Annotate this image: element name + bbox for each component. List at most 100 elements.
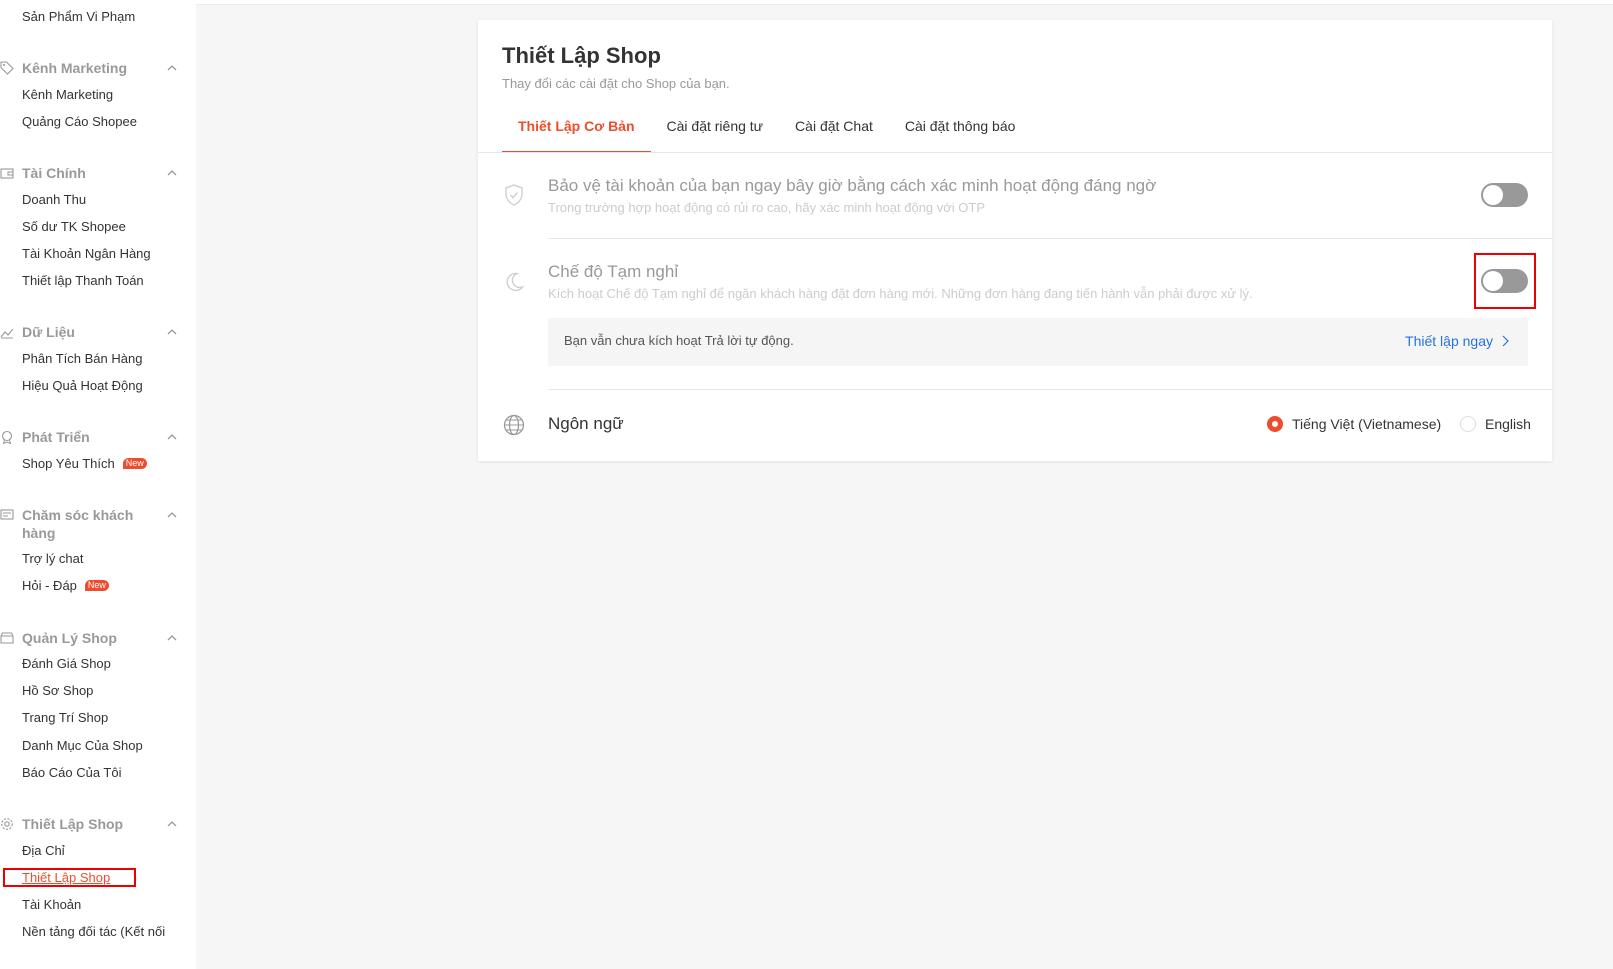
- sidebar-group-header[interactable]: Thiết Lập Shop: [0, 815, 196, 835]
- sidebar-group-cham-soc-khach-hang: Chăm sóc khách hàng: [0, 506, 196, 541]
- sidebar-group-thiet-lap-shop: Thiết Lập Shop: [0, 815, 196, 835]
- gear-icon: [0, 817, 14, 831]
- sidebar-group-header[interactable]: Chăm sóc khách hàng: [0, 506, 196, 541]
- sidebar-group-header[interactable]: Dữ Liệu: [0, 323, 196, 343]
- sidebar-group-header[interactable]: Kênh Marketing: [0, 59, 196, 79]
- chart-line-icon: [0, 325, 14, 339]
- protect-account-desc: Trong trường hợp hoạt động có rủi ro cao…: [548, 200, 986, 215]
- tab-cai-dat-thong-bao[interactable]: Cài đặt thông báo: [889, 108, 1032, 153]
- sidebar-item-shop-yeu-thich[interactable]: Shop Yêu Thích New: [22, 456, 147, 471]
- sidebar: Sản Phẩm Vi Phạm Kênh Marketing Kênh Mar…: [0, 0, 196, 969]
- language-option-english[interactable]: English: [1460, 416, 1531, 432]
- tab-cai-dat-chat[interactable]: Cài đặt Chat: [779, 108, 889, 153]
- sidebar-item-so-du[interactable]: Số dư TK Shopee: [22, 219, 126, 234]
- chevron-right-icon: [1502, 335, 1509, 347]
- tab-thiet-lap-co-ban[interactable]: Thiết Lập Cơ Bản: [502, 108, 651, 153]
- sidebar-item-tai-khoan-ngan-hang[interactable]: Tài Khoản Ngân Hàng: [22, 246, 151, 261]
- sidebar-group-title: Tài Chính: [22, 165, 86, 181]
- sidebar-item-ho-so-shop[interactable]: Hồ Sơ Shop: [22, 683, 93, 698]
- medal-icon: [0, 430, 14, 444]
- chevron-up-icon[interactable]: [166, 818, 178, 830]
- protect-account-toggle[interactable]: [1481, 183, 1528, 207]
- new-badge: New: [84, 580, 109, 591]
- sidebar-item-bao-cao-cua-toi[interactable]: Báo Cáo Của Tôi: [22, 765, 122, 780]
- annotation-highlight-box: [1474, 253, 1536, 309]
- sidebar-item-nen-tang-doi-tac[interactable]: Nền tảng đối tác (Kết nối: [22, 924, 165, 939]
- sidebar-group-title: Thiết Lập Shop: [22, 816, 124, 832]
- sidebar-item-label: Số dư TK Shopee: [22, 219, 126, 234]
- sidebar-item-doanh-thu[interactable]: Doanh Thu: [22, 192, 86, 207]
- tab-divider: [478, 152, 1552, 153]
- sidebar-group-marketing: Kênh Marketing: [0, 59, 196, 79]
- sidebar-item-label: Tài Khoản Ngân Hàng: [22, 246, 151, 261]
- sidebar-group-title: Chăm sóc khách hàng: [22, 507, 134, 541]
- sidebar-item-danh-gia-shop[interactable]: Đánh Giá Shop: [22, 656, 111, 671]
- sidebar-item-hieu-qua-hoat-dong[interactable]: Hiệu Quả Hoạt Động: [22, 378, 143, 393]
- vacation-mode-desc: Kích hoạt Chế độ Tạm nghỉ để ngăn khách …: [548, 286, 1253, 301]
- sidebar-item-label: Hồ Sơ Shop: [22, 683, 94, 698]
- sidebar-item-danh-muc-cua-shop[interactable]: Danh Mục Của Shop: [22, 738, 143, 753]
- sidebar-group-header[interactable]: Tài Chính: [0, 164, 196, 184]
- sidebar-item-label: Kênh Marketing: [22, 87, 114, 102]
- sidebar-group-header[interactable]: Phát Triển: [0, 428, 196, 448]
- setup-now-label: Thiết lập ngay: [1405, 333, 1493, 349]
- settings-tabs: Thiết Lập Cơ Bản Cài đặt riêng tư Cài đặ…: [502, 108, 1031, 153]
- sidebar-item-phan-tich-ban-hang[interactable]: Phân Tích Bán Hàng: [22, 351, 142, 366]
- setup-now-link[interactable]: Thiết lập ngay: [1405, 333, 1510, 349]
- shop-settings-card: Thiết Lập Shop Thay đổi các cài đặt cho …: [478, 20, 1552, 461]
- sidebar-item-label: Địa Chỉ: [22, 843, 65, 858]
- chevron-up-icon[interactable]: [166, 431, 178, 443]
- row-divider: [548, 238, 1552, 239]
- chevron-up-icon[interactable]: [166, 62, 178, 74]
- page-title: Thiết Lập Shop: [502, 43, 661, 68]
- sidebar-item-tai-khoan[interactable]: Tài Khoản: [22, 897, 81, 912]
- sidebar-group-tai-chinh: Tài Chính: [0, 164, 196, 184]
- sidebar-group-header[interactable]: Quản Lý Shop: [0, 629, 196, 649]
- chevron-up-icon[interactable]: [166, 509, 178, 521]
- language-option-label: Tiếng Việt (Vietnamese): [1292, 416, 1442, 432]
- protect-account-title: Bảo vệ tài khoản của bạn ngay bây giờ bằ…: [548, 176, 1157, 195]
- sidebar-group-title: Quản Lý Shop: [22, 630, 117, 646]
- row-divider: [548, 389, 1552, 390]
- radio-checked[interactable]: [1267, 416, 1283, 432]
- sidebar-item-dia-chi[interactable]: Địa Chỉ: [22, 843, 65, 858]
- sidebar-item-thiet-lap-thanh-toan[interactable]: Thiết lập Thanh Toán: [22, 273, 144, 288]
- wallet-icon: [0, 166, 14, 180]
- sidebar-item-label: Tài Khoản: [22, 897, 82, 912]
- tab-cai-dat-rieng-tu[interactable]: Cài đặt riêng tư: [651, 108, 780, 153]
- tag-icon: [0, 61, 14, 75]
- sidebar-item-label: Báo Cáo Của Tôi: [22, 765, 122, 780]
- sidebar-item-tro-ly-chat[interactable]: Trợ lý chat: [22, 551, 84, 566]
- chevron-up-icon[interactable]: [166, 326, 178, 338]
- sidebar-item-label: Hiệu Quả Hoạt Động: [22, 378, 143, 393]
- sidebar-item-san-pham-vi-pham[interactable]: Sản Phẩm Vi Phạm: [22, 9, 135, 24]
- sidebar-item-label: Trợ lý chat: [22, 551, 84, 566]
- sidebar-group-title: Kênh Marketing: [22, 60, 128, 76]
- sidebar-group-phat-trien: Phát Triển: [0, 428, 196, 448]
- sidebar-item-label: Phân Tích Bán Hàng: [22, 351, 143, 366]
- chevron-up-icon[interactable]: [166, 167, 178, 179]
- auto-reply-notice-text: Bạn vẫn chưa kích hoạt Trả lời tự động.: [564, 333, 794, 348]
- sidebar-item-label: Hỏi - Đáp: [22, 578, 77, 593]
- annotation-highlight-box: [3, 868, 136, 887]
- chevron-up-icon[interactable]: [166, 632, 178, 644]
- sidebar-item-label: Đánh Giá Shop: [22, 656, 111, 671]
- sidebar-item-label: Thiết lập Thanh Toán: [22, 273, 144, 288]
- sidebar-group-du-lieu: Dữ Liệu: [0, 323, 196, 343]
- radio-unchecked[interactable]: [1460, 416, 1476, 432]
- language-title: Ngôn ngữ: [548, 414, 624, 433]
- sidebar-item-kenh-marketing[interactable]: Kênh Marketing: [22, 87, 113, 102]
- shop-icon: [0, 631, 14, 645]
- sidebar-item-label: Nền tảng đối tác (Kết nối: [22, 924, 166, 939]
- vacation-mode-title: Chế độ Tạm nghỉ: [548, 262, 679, 281]
- page-subtitle: Thay đổi các cài đặt cho Shop của bạn.: [502, 76, 730, 91]
- sidebar-item-label: Trang Trí Shop: [22, 710, 109, 725]
- globe-icon: [502, 413, 526, 437]
- sidebar-item-trang-tri-shop[interactable]: Trang Trí Shop: [22, 710, 108, 725]
- sidebar-item-label: Quảng Cáo Shopee: [22, 114, 137, 129]
- language-option-vietnamese[interactable]: Tiếng Việt (Vietnamese): [1267, 416, 1441, 432]
- sidebar-item-hoi-dap[interactable]: Hỏi - Đáp New: [22, 578, 109, 593]
- sidebar-group-quan-ly-shop: Quản Lý Shop: [0, 629, 196, 649]
- sidebar-item-quang-cao-shopee[interactable]: Quảng Cáo Shopee: [22, 114, 137, 129]
- top-bar: [196, 0, 1613, 5]
